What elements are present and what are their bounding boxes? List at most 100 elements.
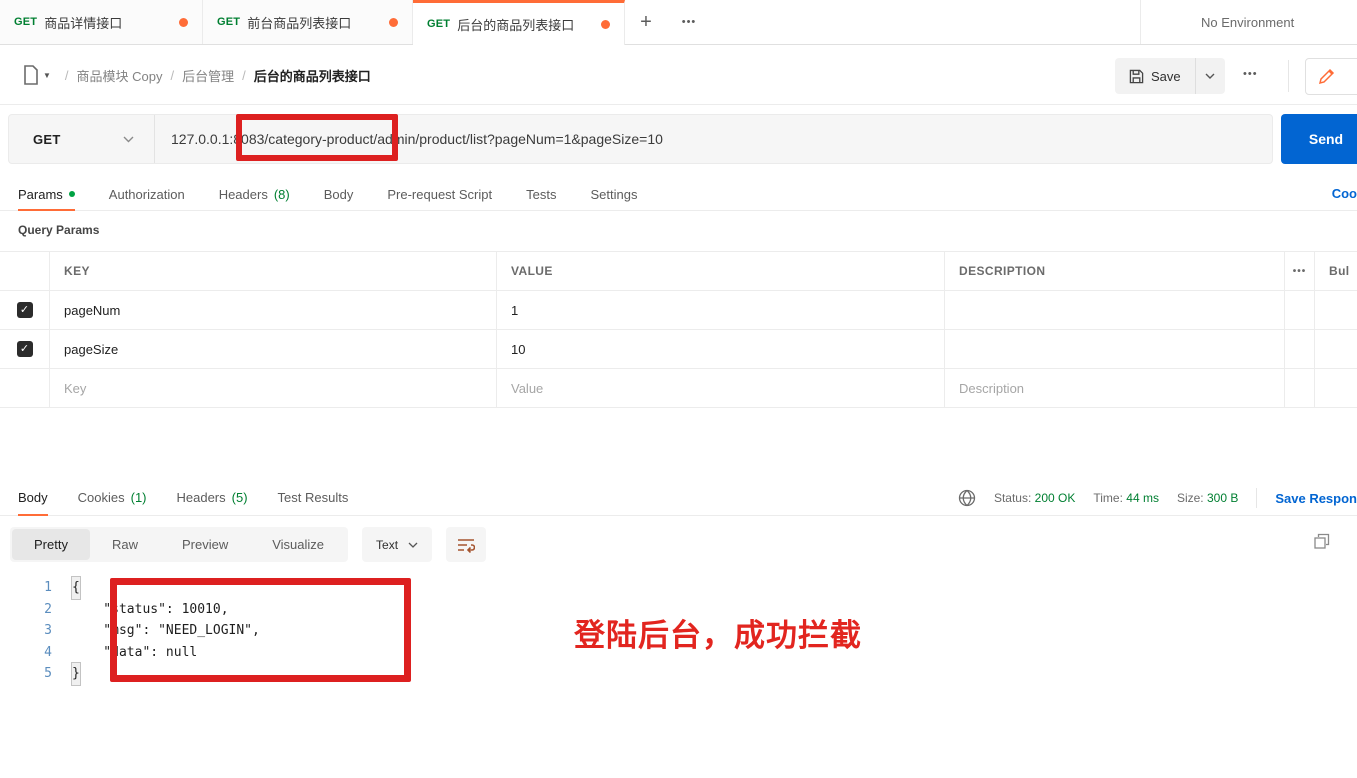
param-value-field[interactable]: Value (497, 369, 945, 407)
row-checkbox[interactable]: ✓ (16, 302, 33, 318)
tab-settings[interactable]: Settings (590, 178, 637, 210)
new-tab-button[interactable]: + (625, 0, 667, 44)
tab-options-icon[interactable]: ••• (667, 0, 711, 44)
param-key-field[interactable]: Key (50, 369, 497, 407)
breadcrumb-request-name[interactable]: 后台的商品列表接口 (254, 66, 371, 85)
request-doc-icon[interactable]: ▼ (22, 65, 51, 85)
wrap-lines-button[interactable] (446, 527, 487, 562)
table-row: ✓ pageSize 10 (0, 330, 1357, 369)
format-selected-label: Text (376, 537, 399, 552)
row-actions-cell (1285, 291, 1315, 329)
response-tab-body[interactable]: Body (18, 480, 48, 516)
wrap-lines-icon (458, 538, 476, 553)
tab-params-label: Params (18, 186, 63, 202)
tab-method-label: GET (427, 18, 451, 30)
response-meta: Status: 200 OK Time: 44 ms Size: 300 B S… (958, 480, 1357, 516)
response-toolbar: Pretty Raw Preview Visualize Text (10, 527, 487, 562)
size-value: 300 B (1206, 491, 1239, 505)
response-tab-test-results[interactable]: Test Results (278, 480, 349, 515)
view-preview-button[interactable]: Preview (160, 529, 250, 560)
bulk-edit-link[interactable]: Bul (1315, 252, 1357, 290)
row-end-cell (1315, 291, 1357, 329)
param-desc-field[interactable] (945, 330, 1285, 368)
select-all-cell (0, 252, 50, 290)
col-header-value: VALUE (497, 252, 945, 290)
param-desc-field[interactable]: Description (945, 369, 1285, 407)
save-split-button: Save (1115, 58, 1225, 94)
code-text: } (71, 662, 81, 686)
save-response-link[interactable]: Save Respon (1275, 491, 1357, 506)
tab-product-detail[interactable]: GET 商品详情接口 (0, 0, 203, 44)
tab-title: 商品详情接口 (44, 15, 123, 31)
tab-authorization[interactable]: Authorization (109, 178, 185, 210)
tab-headers[interactable]: Headers (8) (219, 178, 290, 210)
chevron-down-icon (123, 136, 134, 142)
save-button[interactable]: Save (1115, 58, 1195, 94)
send-button[interactable]: Send (1281, 114, 1357, 164)
status-field: Status: 200 OK (994, 491, 1075, 505)
url-input[interactable]: 127.0.0.1:8083/category-product/admin/pr… (155, 131, 1272, 147)
size-label: Size: (1176, 491, 1204, 505)
code-text: "status": 10010, (72, 601, 229, 617)
resp-headers-label: Headers (176, 490, 226, 505)
save-icon (1129, 69, 1144, 83)
copy-icon (1314, 533, 1330, 549)
edit-pencil-button[interactable] (1305, 58, 1357, 95)
chevron-down-icon (1205, 73, 1215, 79)
tab-prerequest-script[interactable]: Pre-request Script (387, 178, 492, 210)
param-value-field[interactable]: 10 (497, 330, 945, 368)
view-pretty-button[interactable]: Pretty (12, 529, 90, 560)
col-header-key: KEY (50, 252, 497, 290)
col-header-description: DESCRIPTION (945, 252, 1285, 290)
cookies-link[interactable]: Coo (1332, 186, 1357, 201)
unsaved-dot-icon (389, 17, 398, 27)
param-key-field[interactable]: pageNum (50, 291, 497, 329)
method-selected-label: GET (33, 131, 61, 147)
view-raw-button[interactable]: Raw (90, 529, 160, 560)
param-key-field[interactable]: pageSize (50, 330, 497, 368)
response-tab-headers[interactable]: Headers (5) (177, 480, 248, 515)
tab-title: 后台的商品列表接口 (457, 17, 575, 33)
tab-tests[interactable]: Tests (526, 178, 556, 210)
row-end-cell (1315, 330, 1357, 368)
query-params-title: Query Params (18, 223, 100, 237)
tab-admin-product-list[interactable]: GET 后台的商品列表接口 (413, 0, 625, 45)
code-line: 5 } (0, 662, 900, 686)
params-header-row: KEY VALUE DESCRIPTION ••• Bul (0, 252, 1357, 291)
request-subtabs: Params Authorization Headers (8) Body Pr… (0, 178, 1357, 211)
environment-selector[interactable]: No Environment (1140, 0, 1357, 44)
size-field: Size: 300 B (1177, 491, 1238, 505)
globe-icon[interactable] (958, 489, 976, 507)
save-options-button[interactable] (1194, 58, 1225, 94)
param-desc-field[interactable] (945, 291, 1285, 329)
request-more-actions-icon[interactable]: ••• (1243, 68, 1258, 80)
method-selector[interactable]: GET (9, 115, 155, 163)
request-url-bar: GET 127.0.0.1:8083/category-product/admi… (8, 114, 1273, 164)
tab-method-label: GET (14, 16, 38, 28)
tab-front-product-list[interactable]: GET 前台商品列表接口 (203, 0, 413, 44)
format-dropdown[interactable]: Text (362, 527, 433, 562)
table-row-placeholder: Key Value Description (0, 369, 1357, 408)
params-more-actions-icon[interactable]: ••• (1285, 252, 1315, 290)
line-number: 3 (44, 623, 52, 639)
response-tab-cookies[interactable]: Cookies (1) (78, 480, 147, 515)
unsaved-dot-icon (179, 17, 188, 27)
request-tab-bar: GET 商品详情接口 GET 前台商品列表接口 GET 后台的商品列表接口 + … (0, 0, 1357, 45)
breadcrumb-separator: / (242, 67, 246, 83)
breadcrumb-folder[interactable]: 后台管理 (182, 66, 234, 85)
code-text: { (71, 576, 81, 600)
line-number: 4 (44, 644, 52, 660)
row-checkbox[interactable]: ✓ (16, 341, 33, 357)
copy-response-button[interactable] (1313, 533, 1330, 550)
view-visualize-button[interactable]: Visualize (250, 529, 346, 560)
param-value-field[interactable]: 1 (497, 291, 945, 329)
breadcrumb-collection[interactable]: 商品模块 Copy (77, 66, 163, 85)
code-text: "msg": "NEED_LOGIN", (72, 623, 260, 639)
line-number: 1 (44, 580, 52, 595)
status-label: Status: (993, 491, 1032, 505)
line-number: 5 (44, 666, 52, 682)
tab-params[interactable]: Params (18, 178, 75, 211)
cookies-label: Cookies (77, 490, 125, 505)
tab-body[interactable]: Body (324, 178, 354, 210)
divider (1288, 60, 1289, 92)
